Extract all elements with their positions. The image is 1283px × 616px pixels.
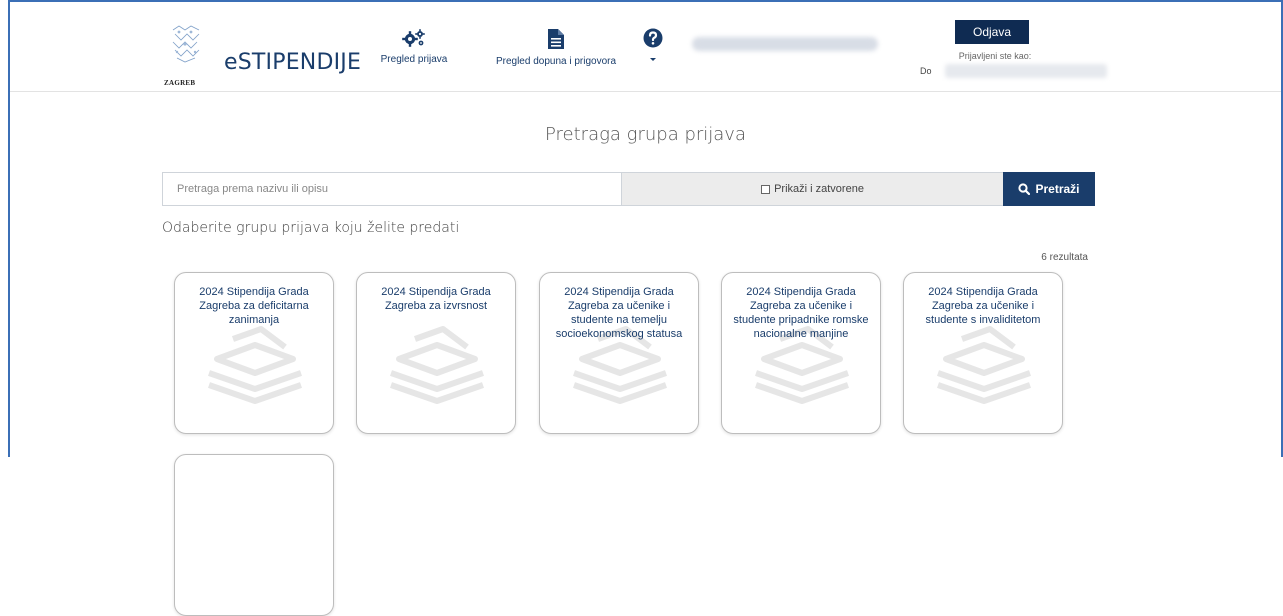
application-group-card[interactable]: 2024 Stipendija Grada Zagreba za učenike… bbox=[539, 272, 699, 434]
nav-help-dropdown[interactable] bbox=[642, 28, 664, 65]
logout-button[interactable]: Odjava bbox=[955, 20, 1029, 44]
user-org-name bbox=[692, 37, 878, 51]
search-bar: Prikaži i zatvorene Pretraži bbox=[162, 172, 1095, 206]
nav-pregled-prijava[interactable]: Pregled prijava bbox=[375, 28, 453, 65]
application-group-card[interactable]: 2024 Stipendija Grada Zagreba za učenike… bbox=[721, 272, 881, 434]
show-closed-toggle[interactable]: Prikaži i zatvorene bbox=[622, 172, 1003, 206]
header: ZAGREB eSTIPENDIJE Pregled prijava Pregl… bbox=[10, 2, 1281, 92]
search-icon bbox=[1018, 183, 1031, 195]
show-closed-label: Prikaži i zatvorene bbox=[774, 183, 864, 195]
nav-pregled-dopuna-label: Pregled dopuna i prigovora bbox=[495, 56, 617, 67]
document-icon bbox=[548, 29, 564, 49]
nav-pregled-prijava-label: Pregled prijava bbox=[380, 54, 448, 65]
application-group-card[interactable]: 2024 Stipendija Grada Zagreba za izvrsno… bbox=[356, 272, 516, 434]
logged-in-user-prefix: Do bbox=[920, 66, 932, 76]
application-group-card[interactable]: 2024 Stipendija Grada Zagreba za učenike… bbox=[903, 272, 1063, 434]
page-title: Pretraga grupa prijava bbox=[545, 124, 746, 145]
paper-stack-icon bbox=[208, 326, 302, 404]
application-group-card[interactable]: 2024 Stipendija Grada Zagreba za deficit… bbox=[174, 272, 334, 434]
logo-city-label: ZAGREB bbox=[164, 79, 196, 87]
results-count: 6 rezultata bbox=[1041, 252, 1088, 263]
search-button[interactable]: Pretraži bbox=[1003, 172, 1095, 206]
app-frame: ZAGREB eSTIPENDIJE Pregled prijava Pregl… bbox=[8, 0, 1283, 616]
search-input[interactable] bbox=[162, 172, 622, 206]
show-closed-checkbox[interactable] bbox=[761, 184, 771, 194]
choose-group-text: Odaberite grupu prijava koju želite pred… bbox=[162, 220, 460, 236]
logged-in-label: Prijavljeni ste kao: bbox=[958, 51, 1032, 61]
zagreb-logo[interactable]: ZAGREB bbox=[164, 24, 208, 87]
card-title: 2024 Stipendija Grada Zagreba za izvrsno… bbox=[381, 286, 491, 312]
search-button-label: Pretraži bbox=[1035, 182, 1080, 196]
paper-stack-icon bbox=[390, 326, 484, 404]
paper-stack-icon bbox=[937, 326, 1031, 404]
help-icon bbox=[643, 28, 663, 48]
application-group-card[interactable] bbox=[174, 454, 334, 616]
card-title: 2024 Stipendija Grada Zagreba za učenike… bbox=[925, 286, 1041, 326]
logged-in-user-email bbox=[945, 64, 1107, 78]
card-title: 2024 Stipendija Grada Zagreba za deficit… bbox=[199, 286, 309, 326]
city-crest-icon bbox=[172, 25, 200, 63]
nav-pregled-dopuna[interactable]: Pregled dopuna i prigovora bbox=[488, 28, 624, 67]
gears-icon bbox=[402, 29, 425, 47]
caret-down-icon bbox=[650, 58, 656, 61]
card-title: 2024 Stipendija Grada Zagreba za učenike… bbox=[555, 286, 683, 340]
card-title: 2024 Stipendija Grada Zagreba za učenike… bbox=[733, 286, 869, 340]
brand-title[interactable]: eSTIPENDIJE bbox=[224, 50, 361, 75]
